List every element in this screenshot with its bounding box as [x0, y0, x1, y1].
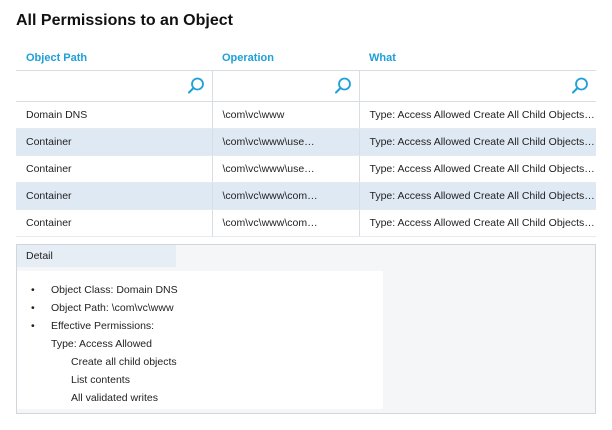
table-row[interactable]: Container \com\vc\www\use… Type: Access …	[16, 128, 596, 156]
object-path-text: Object Path: \com\vc\www	[51, 302, 174, 314]
cell-object-path: Container	[16, 182, 213, 210]
page-title: All Permissions to an Object	[16, 12, 233, 29]
cell-operation: \com\vc\www	[212, 101, 360, 129]
cell-operation: \com\vc\www\use…	[212, 155, 360, 183]
filter-row	[16, 70, 596, 102]
permissions-table: Object Path Operation What Domain DNS \c…	[16, 45, 596, 237]
bullet-icon: •	[31, 320, 35, 332]
search-icon[interactable]	[333, 76, 353, 96]
cell-object-path: Domain DNS	[16, 101, 213, 129]
table-row[interactable]: Container \com\vc\www\use… Type: Access …	[16, 155, 596, 183]
permission-item: All validated writes	[71, 392, 158, 404]
cell-what: Type: Access Allowed Create All Child Ob…	[359, 209, 596, 237]
detail-list: • Object Class: Domain DNS • Object Path: …	[17, 271, 383, 335]
detail-body: • Object Class: Domain DNS • Object Path: …	[17, 271, 383, 409]
permission-item: List contents	[71, 374, 130, 386]
detail-tab[interactable]: Detail	[17, 245, 176, 267]
filter-cell-object-path[interactable]	[16, 70, 213, 102]
bullet-icon: •	[31, 302, 35, 314]
filter-cell-operation[interactable]	[212, 70, 360, 102]
table-row[interactable]: Container \com\vc\www\com… Type: Access …	[16, 209, 596, 237]
permission-item: Create all child objects	[71, 356, 177, 368]
cell-object-path: Container	[16, 155, 213, 183]
effective-permissions-text: Effective Permissions:	[51, 320, 155, 332]
list-item: • Object Path: \com\vc\www	[17, 299, 383, 317]
header-row: Object Path Operation What	[16, 45, 596, 71]
cell-object-path: Container	[16, 209, 213, 237]
object-class-text: Object Class: Domain DNS	[51, 284, 178, 296]
column-header-object-path[interactable]: Object Path	[16, 45, 212, 71]
table-row[interactable]: Domain DNS \com\vc\www Type: Access Allo…	[16, 101, 596, 129]
bullet-icon: •	[31, 284, 35, 296]
cell-what: Type: Access Allowed Create All Child Ob…	[359, 155, 596, 183]
column-header-what[interactable]: What	[359, 45, 596, 71]
cell-operation: \com\vc\www\com…	[212, 182, 360, 210]
permission-type-text: Type: Access Allowed	[51, 338, 152, 350]
search-icon[interactable]	[186, 76, 206, 96]
cell-object-path: Container	[16, 128, 213, 156]
cell-operation: \com\vc\www\com…	[212, 209, 360, 237]
list-item: • Effective Permissions:	[17, 317, 383, 335]
list-item: • Object Class: Domain DNS	[17, 281, 383, 299]
search-icon[interactable]	[570, 76, 590, 96]
filter-cell-what[interactable]	[359, 70, 596, 102]
cell-operation: \com\vc\www\use…	[212, 128, 360, 156]
detail-panel: Detail • Object Class: Domain DNS • Object…	[16, 244, 596, 414]
table-row[interactable]: Container \com\vc\www\com… Type: Access …	[16, 182, 596, 210]
cell-what: Type: Access Allowed Create All Child Ob…	[359, 128, 596, 156]
column-header-operation[interactable]: Operation	[212, 45, 359, 71]
cell-what: Type: Access Allowed Create All Child Ob…	[359, 182, 596, 210]
cell-what: Type: Access Allowed Create All Child Ob…	[359, 101, 596, 129]
